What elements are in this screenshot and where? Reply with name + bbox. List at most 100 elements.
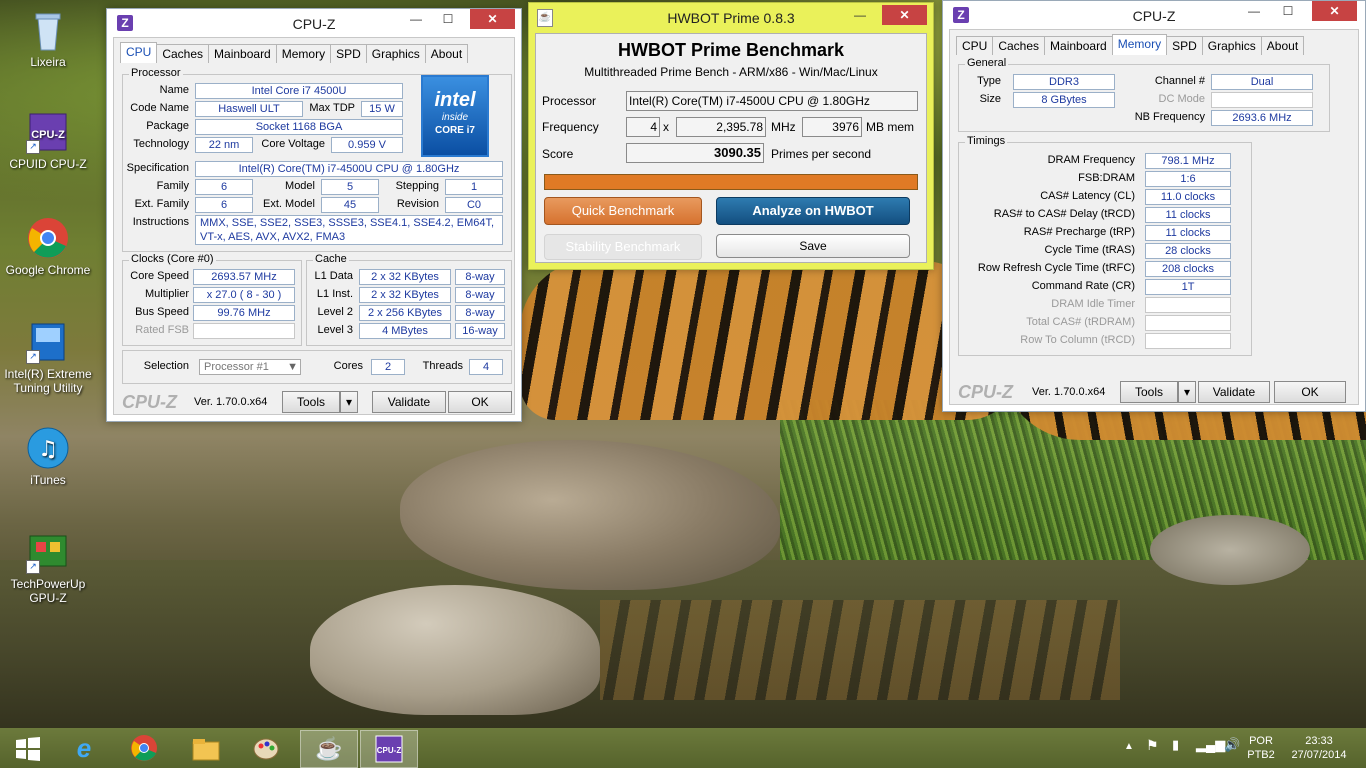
minimize-button[interactable]: — (401, 9, 431, 29)
tab-spd[interactable]: SPD (330, 44, 367, 63)
cache-l1d-size: 2 x 32 KBytes (359, 269, 451, 285)
desktop-icon-label: CPUID CPU-Z (9, 157, 87, 171)
title-bar[interactable]: Z CPU-Z — ☐ ✕ (107, 9, 521, 37)
timing-value (1145, 315, 1231, 331)
tab-cpu[interactable]: CPU (956, 36, 994, 55)
score-unit: Primes per second (771, 147, 872, 161)
maxtdp-value: 15 W (361, 101, 403, 117)
ok-button[interactable]: OK (448, 391, 512, 413)
timings-group: Timings DRAM Frequency 798.1 MHz FSB:DRA… (958, 135, 1252, 356)
action-center-flag-icon[interactable]: ⚑ (1146, 738, 1159, 752)
spec-label: Specification (126, 162, 189, 174)
tools-button[interactable]: Tools (282, 391, 340, 413)
tools-button[interactable]: Tools (1120, 381, 1178, 403)
tab-graphics[interactable]: Graphics (365, 44, 426, 63)
maximize-button[interactable]: ☐ (1273, 1, 1303, 21)
name-value: Intel Core i7 4500U (195, 83, 403, 99)
title-bar[interactable]: ☕ HWBOT Prime 0.8.3 — ✕ (529, 3, 933, 31)
chrome-icon (131, 735, 157, 761)
maximize-button[interactable]: ☐ (433, 9, 463, 29)
busspeed-value: 99.76 MHz (193, 305, 295, 321)
recycle-bin-icon (26, 8, 70, 52)
cpuz-window-cpu[interactable]: Z CPU-Z — ☐ ✕ CPU Caches Mainboard Memor… (106, 8, 522, 422)
timing-value: 11 clocks (1145, 225, 1231, 241)
power-icon[interactable]: ▮ (1172, 738, 1179, 752)
desktop-icon-intel-xtu[interactable]: ↗ Intel(R) Extreme Tuning Utility (3, 320, 93, 395)
svg-text:CPU-Z: CPU-Z (377, 746, 402, 755)
chrome-icon (26, 216, 70, 260)
cpuz-window-memory[interactable]: Z CPU-Z — ☐ ✕ CPU Caches Mainboard Memor… (942, 0, 1366, 412)
minimize-button[interactable]: — (845, 5, 875, 25)
tab-about[interactable]: About (1260, 36, 1305, 55)
taskbar-chrome[interactable] (116, 730, 172, 766)
score-label: Score (542, 147, 574, 161)
close-button[interactable]: ✕ (1312, 1, 1357, 21)
close-button[interactable]: ✕ (470, 9, 515, 29)
tools-dropdown-button[interactable]: ▾ (340, 391, 358, 413)
tab-graphics[interactable]: Graphics (1201, 36, 1262, 55)
validate-button[interactable]: Validate (1198, 381, 1270, 403)
instructions-value: MMX, SSE, SSE2, SSE3, SSSE3, SSE4.1, SSE… (195, 215, 503, 245)
taskbar-internet-explorer[interactable]: e (56, 730, 112, 766)
hwbot-prime-window[interactable]: ☕ HWBOT Prime 0.8.3 — ✕ HWBOT Prime Benc… (528, 2, 934, 270)
desktop-icon-recycle-bin[interactable]: Lixeira (3, 8, 93, 69)
desktop-icon-gpuz[interactable]: ↗ TechPowerUp GPU-Z (3, 530, 93, 605)
tab-about[interactable]: About (424, 44, 469, 63)
timing-label: DRAM Idle Timer (1051, 298, 1135, 310)
cache-l1i-size: 2 x 32 KBytes (359, 287, 451, 303)
taskbar-java-hwbot[interactable]: ☕ (300, 730, 358, 768)
tools-dropdown-button[interactable]: ▾ (1178, 381, 1196, 403)
desktop-icon-label: Intel(R) Extreme Tuning Utility (4, 367, 92, 395)
extfamily-value: 6 (195, 197, 253, 213)
analyze-on-hwbot-button[interactable]: Analyze on HWBOT (716, 197, 910, 225)
taskbar-file-explorer[interactable] (178, 730, 234, 766)
wallpaper-reflection (600, 600, 1120, 700)
extmodel-value: 45 (321, 197, 379, 213)
corevoltage-value: 0.959 V (331, 137, 403, 153)
tab-mainboard[interactable]: Mainboard (1044, 36, 1113, 55)
wallpaper-rock (1150, 515, 1310, 585)
tab-mainboard[interactable]: Mainboard (208, 44, 277, 63)
processor-value: Intel(R) Core(TM) i7-4500U CPU @ 1.80GHz (626, 91, 918, 111)
maxtdp-label: Max TDP (309, 102, 355, 114)
threads-label: Threads (422, 360, 463, 372)
cache-l1d-way: 8-way (455, 269, 505, 285)
timing-label: Command Rate (CR) (1031, 280, 1135, 292)
clock[interactable]: 23:33 27/07/2014 (1284, 734, 1354, 762)
selection-label: Selection (143, 360, 189, 372)
intel-xtu-icon: ↗ (26, 320, 70, 364)
model-label: Model (285, 180, 315, 192)
selection-group: Selection Processor #1 ▼ Cores 2 Threads… (122, 350, 512, 384)
cpuz-icon: CPU-Z (375, 735, 403, 763)
revision-value: C0 (445, 197, 503, 213)
shortcut-arrow-icon: ↗ (26, 560, 40, 574)
taskbar-paint[interactable] (238, 730, 294, 766)
volume-icon[interactable]: 🔊 (1224, 738, 1240, 752)
ok-button[interactable]: OK (1274, 381, 1346, 403)
close-button[interactable]: ✕ (882, 5, 927, 25)
input-language-indicator[interactable]: POR PTB2 (1244, 734, 1278, 762)
minimize-button[interactable]: — (1239, 1, 1269, 21)
tab-memory[interactable]: Memory (275, 44, 332, 63)
tab-memory[interactable]: Memory (1111, 34, 1168, 55)
desktop-icon-itunes[interactable]: ♫ iTunes (3, 426, 93, 487)
tab-cpu[interactable]: CPU (120, 42, 158, 63)
desktop-icon-cpuz[interactable]: CPU-Z ↗ CPUID CPU-Z (3, 110, 93, 171)
quick-benchmark-button[interactable]: Quick Benchmark (544, 197, 702, 225)
tab-caches[interactable]: Caches (156, 44, 210, 63)
chevron-down-icon: ▾ (1183, 385, 1191, 399)
save-button[interactable]: Save (716, 234, 910, 258)
tab-caches[interactable]: Caches (992, 36, 1046, 55)
show-hidden-icons-button[interactable]: ▲ (1124, 740, 1134, 754)
validate-button[interactable]: Validate (372, 391, 446, 413)
tab-spd[interactable]: SPD (1166, 36, 1203, 55)
desktop-icon-chrome[interactable]: Google Chrome (3, 216, 93, 277)
internet-explorer-icon: e (76, 733, 92, 763)
selection-dropdown[interactable]: Processor #1 ▼ (199, 359, 301, 375)
taskbar-cpuz[interactable]: CPU-Z (360, 730, 418, 768)
title-bar[interactable]: Z CPU-Z — ☐ ✕ (943, 1, 1365, 29)
network-icon[interactable]: ▂▄▆ (1196, 738, 1225, 752)
group-title: Timings (965, 135, 1008, 147)
stability-benchmark-button[interactable]: Stability Benchmark (544, 234, 702, 260)
start-button[interactable] (0, 730, 56, 766)
